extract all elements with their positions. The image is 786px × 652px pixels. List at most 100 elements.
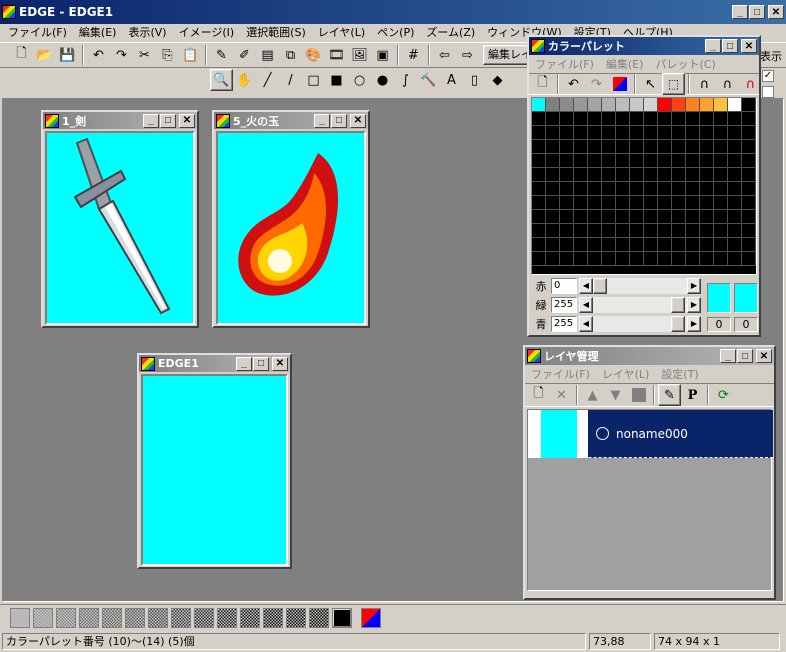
palette-cell[interactable] bbox=[742, 98, 756, 112]
palette-cell[interactable] bbox=[616, 126, 630, 140]
palette-cell[interactable] bbox=[686, 196, 700, 210]
palette-cell[interactable] bbox=[700, 98, 714, 112]
palette-cell[interactable] bbox=[616, 154, 630, 168]
line-icon[interactable]: / bbox=[279, 69, 302, 91]
palette-cell[interactable] bbox=[574, 210, 588, 224]
slider-right-arrow[interactable]: ▶ bbox=[687, 316, 701, 332]
palette-cell[interactable] bbox=[700, 140, 714, 154]
palette-cell[interactable] bbox=[714, 196, 728, 210]
palette-cell[interactable] bbox=[672, 182, 686, 196]
check-option-2[interactable] bbox=[762, 86, 774, 98]
palette-cell[interactable] bbox=[672, 252, 686, 266]
palette-cell[interactable] bbox=[546, 238, 560, 252]
palette-cell[interactable] bbox=[672, 154, 686, 168]
minimize-button[interactable]: _ bbox=[732, 5, 748, 19]
main-menu-item[interactable]: イメージ(I) bbox=[173, 24, 241, 40]
palette-cell[interactable] bbox=[644, 238, 658, 252]
palette-cell[interactable] bbox=[658, 224, 672, 238]
palette-cell[interactable] bbox=[630, 98, 644, 112]
layer-manager-titlebar[interactable]: レイヤ管理 _ □ ✕ bbox=[525, 347, 774, 365]
gradient-icon-2[interactable]: ∩ bbox=[716, 73, 739, 95]
close-button[interactable]: ✕ bbox=[768, 5, 784, 19]
palette-cell[interactable] bbox=[602, 196, 616, 210]
palette-cell[interactable] bbox=[658, 252, 672, 266]
palette-cell[interactable] bbox=[742, 238, 756, 252]
pen-flip-icon[interactable]: ✎ bbox=[210, 44, 233, 66]
rgb-value-field[interactable]: 255 bbox=[551, 297, 577, 313]
palette-cell[interactable] bbox=[686, 224, 700, 238]
minimize-button[interactable]: _ bbox=[720, 349, 736, 363]
palette-cell[interactable] bbox=[644, 126, 658, 140]
palette-cell[interactable] bbox=[588, 98, 602, 112]
slider-right-arrow[interactable]: ▶ bbox=[687, 278, 701, 294]
palette-titlebar[interactable]: カラーパレット _ □ ✕ bbox=[529, 37, 759, 55]
move-down-icon[interactable]: ▼ bbox=[604, 384, 627, 406]
palette-cell[interactable] bbox=[728, 182, 742, 196]
palette-cell[interactable] bbox=[574, 182, 588, 196]
palette-cell[interactable] bbox=[742, 252, 756, 266]
slider-thumb[interactable] bbox=[593, 278, 607, 294]
fill-pattern-swatch[interactable] bbox=[171, 607, 191, 628]
palette-cell[interactable] bbox=[644, 252, 658, 266]
palette-cell[interactable] bbox=[630, 126, 644, 140]
palette-cell[interactable] bbox=[588, 224, 602, 238]
palette-cell[interactable] bbox=[574, 196, 588, 210]
minimize-button[interactable]: _ bbox=[236, 356, 252, 371]
palette-cell[interactable] bbox=[644, 98, 658, 112]
palette-cell[interactable] bbox=[686, 168, 700, 182]
palette-cell[interactable] bbox=[546, 168, 560, 182]
palette-cell[interactable] bbox=[714, 224, 728, 238]
main-menu-item[interactable]: 表示(V) bbox=[122, 24, 172, 40]
palette-cell[interactable] bbox=[714, 168, 728, 182]
palette-cell[interactable] bbox=[588, 154, 602, 168]
text-icon[interactable]: A bbox=[440, 69, 463, 91]
palette-cell[interactable] bbox=[672, 238, 686, 252]
palette-cell[interactable] bbox=[532, 196, 546, 210]
fireball-window-titlebar[interactable]: 5_火の玉 _ □ ✕ bbox=[214, 112, 368, 129]
palette-cell[interactable] bbox=[532, 126, 546, 140]
merge-layer-icon[interactable] bbox=[627, 384, 650, 406]
new-layer-icon[interactable]: 🗋 bbox=[527, 384, 550, 406]
palette-cell[interactable] bbox=[658, 140, 672, 154]
redo-icon[interactable]: ↷ bbox=[585, 73, 608, 95]
palette-cell[interactable] bbox=[658, 196, 672, 210]
palette-cell[interactable] bbox=[560, 154, 574, 168]
palette-cell[interactable] bbox=[546, 154, 560, 168]
palette-cell[interactable] bbox=[728, 154, 742, 168]
layers-menu-item[interactable]: 設定(T) bbox=[655, 366, 704, 382]
fill-pattern-swatch[interactable] bbox=[33, 607, 53, 628]
palette-cell[interactable] bbox=[630, 238, 644, 252]
maximize-button[interactable]: □ bbox=[160, 113, 176, 128]
layer-row[interactable]: noname000 bbox=[528, 409, 773, 458]
layer-manager-window[interactable]: レイヤ管理 _ □ ✕ ファイル(F) レイヤ(L) 設定(T) 🗋 ✕ ▲ ▼ ✎… bbox=[523, 345, 776, 600]
palette-cell[interactable] bbox=[602, 154, 616, 168]
palette-cell[interactable] bbox=[532, 98, 546, 112]
palette-cell[interactable] bbox=[644, 140, 658, 154]
palette-cell[interactable] bbox=[560, 98, 574, 112]
palette-cell[interactable] bbox=[672, 98, 686, 112]
background-color-swatch[interactable] bbox=[734, 283, 758, 313]
slider-left-arrow[interactable]: ◀ bbox=[579, 297, 593, 313]
fill-pattern-swatch[interactable] bbox=[10, 607, 30, 628]
palette-cell[interactable] bbox=[728, 112, 742, 126]
palette-cell[interactable] bbox=[560, 182, 574, 196]
palette-cell[interactable] bbox=[560, 252, 574, 266]
palette-cell[interactable] bbox=[546, 210, 560, 224]
palette-cell[interactable] bbox=[616, 224, 630, 238]
palette-cell[interactable] bbox=[658, 210, 672, 224]
edit-layer-button[interactable]: 編集レイ bbox=[483, 45, 533, 65]
color-palette-window[interactable]: カラーパレット _ □ ✕ ファイル(F) 編集(E) パレット(C) 🗋 ↶ ↷ … bbox=[527, 35, 761, 337]
maximize-button[interactable]: □ bbox=[253, 356, 269, 371]
curve-icon[interactable]: ∫ bbox=[394, 69, 417, 91]
rgb-value-field[interactable]: 255 bbox=[551, 316, 577, 332]
slider-left-arrow[interactable]: ◀ bbox=[579, 278, 593, 294]
fireball-image-window[interactable]: 5_火の玉 _ □ ✕ bbox=[212, 110, 370, 328]
palette-cell[interactable] bbox=[630, 210, 644, 224]
palette-cell[interactable] bbox=[602, 112, 616, 126]
maximize-button[interactable]: □ bbox=[722, 39, 738, 53]
palette-cell[interactable] bbox=[616, 168, 630, 182]
palette-cell[interactable] bbox=[644, 112, 658, 126]
palette-cell[interactable] bbox=[658, 182, 672, 196]
palette-cell[interactable] bbox=[630, 182, 644, 196]
foreground-color-swatch[interactable] bbox=[707, 283, 731, 313]
